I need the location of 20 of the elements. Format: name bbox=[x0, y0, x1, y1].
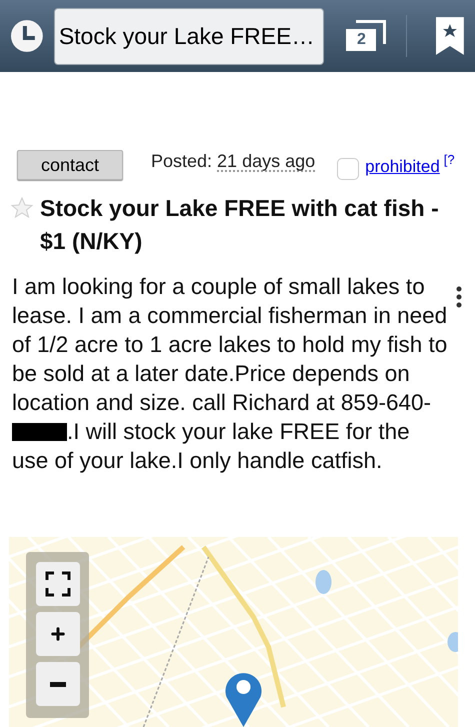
clock-icon[interactable] bbox=[10, 19, 44, 53]
help-link[interactable]: [? bbox=[444, 153, 455, 166]
flag-checkbox[interactable] bbox=[337, 158, 360, 180]
fullscreen-icon bbox=[44, 571, 70, 597]
star-icon[interactable] bbox=[10, 196, 34, 220]
contact-button[interactable]: contact bbox=[17, 150, 123, 180]
plus-icon bbox=[48, 625, 66, 643]
posting-title: Stock your Lake FREE with cat fish - $1 (N/KY) bbox=[40, 194, 440, 256]
posted-time: 21 days ago bbox=[217, 152, 316, 172]
more-icon[interactable] bbox=[456, 286, 462, 308]
posting-body: I am looking for a couple of small lakes to lease. I am a commercial fisherman in need of 1/2 acre to 1 acre lakes to hold my fish to be sold at a later date.Price depends on location and size. call Richard at 859-640- .I will stock your lake FREE for the use of your lake.I only handle catfish. bbox=[12, 273, 448, 475]
zoom-in-button[interactable] bbox=[36, 612, 80, 656]
minus-icon bbox=[50, 682, 66, 686]
tabs-button[interactable]: 2 bbox=[346, 19, 386, 53]
posted-label: Posted: bbox=[151, 152, 212, 172]
zoom-out-button[interactable] bbox=[36, 662, 80, 706]
fullscreen-button[interactable] bbox=[36, 562, 80, 606]
address-field[interactable]: Stock your Lake FREE… bbox=[54, 8, 324, 64]
prohibited-link[interactable]: prohibited bbox=[365, 158, 440, 175]
bookmark-icon[interactable] bbox=[435, 16, 466, 56]
